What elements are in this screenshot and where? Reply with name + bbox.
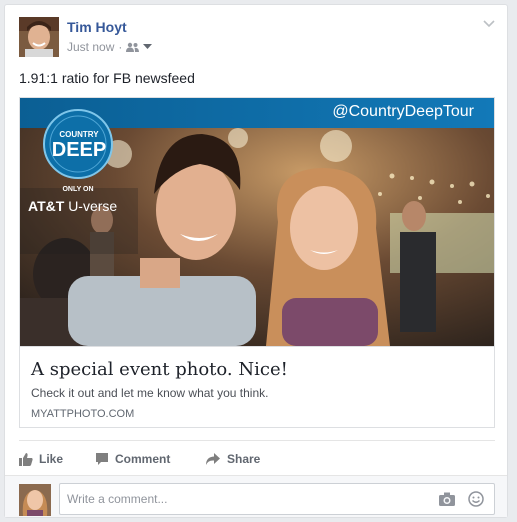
comment-bubble-icon (96, 453, 108, 465)
chevron-down-icon[interactable] (483, 17, 495, 29)
like-thumb-icon (19, 453, 33, 466)
preview-description: Check it out and let me know what you th… (31, 386, 269, 400)
caret-down-icon[interactable] (143, 44, 153, 50)
post-timestamp[interactable]: Just now (67, 40, 114, 54)
overlay-handle: @CountryDeepTour (332, 103, 474, 120)
action-bar: Like Comment Share (19, 446, 495, 472)
comment-label: Comment (115, 452, 171, 466)
att-uverse-logo: AT&T U-verse (28, 198, 117, 214)
share-arrow-icon (206, 453, 220, 465)
badge-line2: DEEP (51, 139, 107, 161)
uverse-brand: U-verse (68, 198, 118, 214)
share-button[interactable]: Share (205, 446, 285, 472)
preview-title[interactable]: A special event photo. Nice! (31, 359, 288, 380)
preview-text-block[interactable]: A special event photo. Nice! Check it ou… (20, 346, 494, 427)
att-brand: AT&T (28, 198, 65, 214)
author-name[interactable]: Tim Hoyt (67, 19, 127, 35)
share-label: Share (227, 452, 261, 466)
badge-line1: COUNTRY (59, 130, 99, 139)
only-on-label: ONLY ON (62, 186, 94, 193)
camera-icon[interactable] (439, 492, 455, 506)
comment-composer (5, 475, 507, 517)
like-button[interactable]: Like (19, 446, 93, 472)
comment-input[interactable] (59, 483, 495, 515)
post-card: Tim Hoyt Just now · 1.91:1 ratio for FB … (4, 4, 508, 518)
author-avatar[interactable] (19, 17, 59, 57)
divider-top (19, 440, 495, 441)
like-label: Like (39, 452, 64, 466)
friends-audience-icon[interactable] (126, 42, 140, 52)
viewer-avatar[interactable] (19, 484, 51, 516)
meta-separator: · (118, 40, 123, 54)
link-preview[interactable]: @CountryDeepTour COUNTRY DEEP ONLY ON AT… (19, 97, 495, 428)
smiley-icon[interactable] (468, 491, 484, 507)
post-meta: Just now · (67, 40, 153, 54)
preview-domain: MYATTPHOTO.COM (31, 408, 135, 420)
preview-image[interactable]: @CountryDeepTour COUNTRY DEEP ONLY ON AT… (20, 98, 494, 346)
comment-button[interactable]: Comment (95, 446, 205, 472)
post-text: 1.91:1 ratio for FB newsfeed (19, 70, 195, 86)
